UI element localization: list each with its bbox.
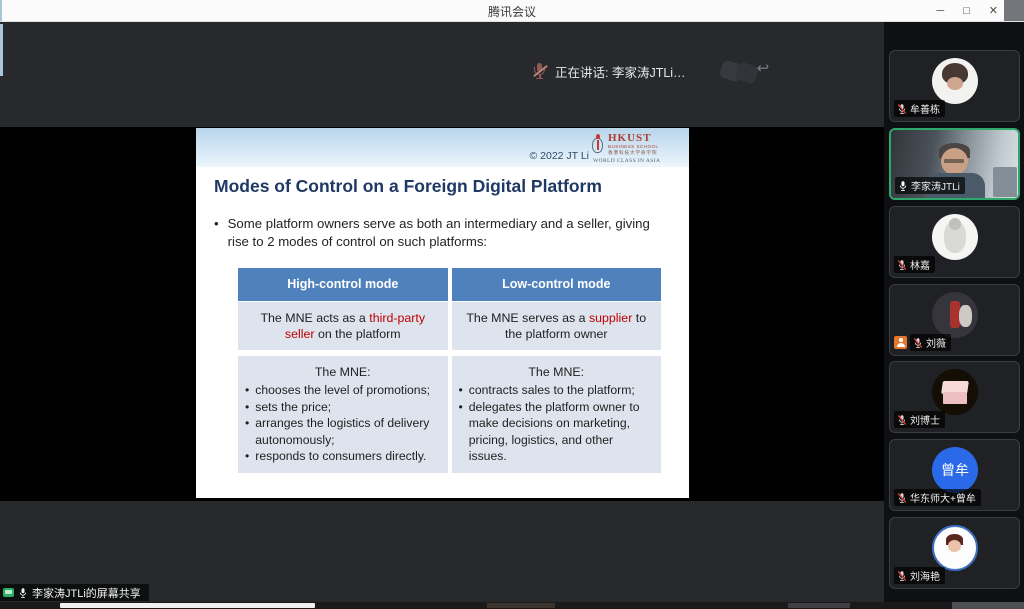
slide-bullet: • Some platform owners serve as both an … — [214, 215, 662, 250]
cell-heading: The MNE: — [245, 364, 441, 380]
name-chip: 李家涛JTLi — [895, 177, 965, 194]
table-header-low-control: Low-control mode — [452, 268, 662, 301]
maximize-button[interactable]: □ — [963, 0, 970, 22]
list-item: •responds to consumers directly. — [245, 448, 441, 465]
mic-icon — [18, 587, 28, 599]
list-item: •chooses the level of promotions; — [245, 382, 441, 399]
title-bar: 腾讯会议 ─ □ ✕ — [0, 0, 1024, 22]
taskbar — [0, 602, 1024, 609]
speaking-mic-icon — [533, 63, 546, 80]
bullet-marker: • — [214, 215, 219, 250]
shared-screen-stage: 正在讲话: 李家涛JTLi… ↩ © 2022 JT Li HKUST BUSI… — [0, 22, 884, 602]
taskbar-app[interactable] — [788, 603, 850, 608]
taskbar-search[interactable] — [60, 603, 315, 608]
hkust-logo: HKUST BUSINESS SCHOOL 香港科技大学商学院 WORLD CL… — [591, 132, 683, 165]
participant-tile-active-speaker[interactable]: 李家涛JTLi — [889, 128, 1020, 200]
window-edge-artifact — [0, 24, 3, 76]
name-chip: 林嘉 — [894, 256, 935, 273]
muted-mic-icon — [897, 259, 907, 271]
table-row: The MNE: •chooses the level of promotion… — [238, 356, 661, 473]
reaction-icons: ↩ — [721, 59, 781, 83]
participant-name: 华东师大+曾牟 — [910, 490, 976, 505]
name-chip: 刘博士 — [894, 411, 945, 428]
hkust-logo-name: HKUST — [608, 132, 652, 144]
list-item: •delegates the platform owner to make de… — [459, 399, 655, 465]
table-cell-high-definition: The MNE acts as a third-party seller on … — [238, 302, 448, 350]
presentation-slide: © 2022 JT Li HKUST BUSINESS SCHOOL 香港科技大… — [196, 128, 689, 498]
name-chip: 华东师大+曾牟 — [894, 489, 981, 506]
name-chip: 刘海艳 — [894, 567, 945, 584]
speaking-label: 正在讲话: 李家涛JTLi… — [555, 62, 686, 81]
table-header-row: High-control mode Low-control mode — [238, 268, 661, 301]
hkust-emblem-icon — [591, 134, 605, 154]
list-item: •sets the price; — [245, 399, 441, 416]
slide-title: Modes of Control on a Foreign Digital Pl… — [214, 176, 674, 197]
window-controls: ─ □ ✕ — [936, 0, 998, 22]
avatar-text: 曾牟 — [932, 447, 978, 493]
window-title: 腾讯会议 — [0, 3, 1024, 20]
participant-tile[interactable]: 刘海艳 — [889, 517, 1020, 589]
table-cell-low-details: The MNE: •contracts sales to the platfor… — [452, 356, 662, 473]
muted-mic-icon — [897, 492, 907, 504]
participant-name: 林嘉 — [910, 257, 930, 272]
cell-rich-text: The MNE acts as a third-party seller on … — [246, 310, 440, 342]
participants-sidebar: 牟善栋 李家涛JTLi 林嘉 — [884, 22, 1024, 602]
app-window: 腾讯会议 ─ □ ✕ 正在讲话: 李家涛JTLi… ↩ © 2022 JT — [0, 0, 1024, 609]
avatar-initials: 曾牟 — [941, 460, 969, 480]
active-mic-icon — [898, 180, 908, 192]
minimize-button[interactable]: ─ — [936, 0, 944, 22]
table-cell-high-details: The MNE: •chooses the level of promotion… — [238, 356, 448, 473]
screen-share-icon — [3, 588, 14, 597]
hkust-logo-sub1: BUSINESS SCHOOL — [608, 144, 659, 149]
slide-bullet-text: Some platform owners serve as both an in… — [228, 215, 662, 250]
hkust-logo-sub2: 香港科技大学商学院 — [608, 150, 658, 156]
list-item: •contracts sales to the platform; — [459, 382, 655, 399]
highlight-text: supplier — [589, 311, 632, 325]
orange-person-badge-icon — [894, 336, 907, 349]
participant-tile[interactable]: 林嘉 — [889, 206, 1020, 278]
avatar — [932, 214, 978, 260]
avatar — [932, 58, 978, 104]
slide-copyright: © 2022 JT Li — [530, 150, 590, 162]
muted-mic-icon — [897, 570, 907, 582]
reaction-blob-icon — [734, 61, 759, 84]
cell-bullet-list: •chooses the level of promotions; •sets … — [245, 382, 441, 465]
participant-tile[interactable]: 牟善栋 — [889, 50, 1020, 122]
table-header-high-control: High-control mode — [238, 268, 448, 301]
participant-name: 刘薇 — [926, 335, 946, 350]
participant-name: 刘海艳 — [910, 568, 940, 583]
avatar — [932, 369, 978, 415]
avatar — [932, 525, 978, 571]
participant-name: 刘博士 — [910, 412, 940, 427]
participant-tile[interactable]: 刘薇 — [889, 284, 1020, 356]
participant-name: 李家涛JTLi — [911, 178, 960, 193]
cell-rich-text: The MNE serves as a supplier to the plat… — [460, 310, 654, 342]
background-window-artifact — [1004, 0, 1024, 21]
table-row: The MNE acts as a third-party seller on … — [238, 302, 661, 350]
participant-tile[interactable]: 刘博士 — [889, 361, 1020, 433]
cell-heading: The MNE: — [459, 364, 655, 380]
taskbar-app[interactable] — [487, 603, 555, 608]
taskbar-tray[interactable] — [952, 602, 1024, 609]
table-cell-low-definition: The MNE serves as a supplier to the plat… — [452, 302, 662, 350]
muted-mic-icon — [913, 337, 923, 349]
reply-arrow-icon: ↩ — [757, 59, 770, 77]
muted-mic-icon — [897, 414, 907, 426]
participant-name: 牟善栋 — [910, 101, 940, 116]
list-item: •arranges the logistics of delivery auto… — [245, 415, 441, 448]
share-chip-label: 李家涛JTLi的屏幕共享 — [32, 585, 141, 601]
name-chip: 刘薇 — [910, 334, 951, 351]
name-chip: 牟善栋 — [894, 100, 945, 117]
screen-share-chip[interactable]: 李家涛JTLi的屏幕共享 — [0, 584, 149, 601]
control-modes-table: High-control mode Low-control mode The M… — [238, 268, 661, 473]
participant-tile[interactable]: 曾牟 华东师大+曾牟 — [889, 439, 1020, 511]
muted-mic-icon — [897, 103, 907, 115]
avatar — [932, 292, 978, 338]
speaking-banner: 正在讲话: 李家涛JTLi… ↩ — [533, 58, 781, 84]
hkust-logo-sub3: WORLD CLASS IN ASIA — [593, 158, 660, 164]
cell-bullet-list: •contracts sales to the platform; •deleg… — [459, 382, 655, 465]
close-button[interactable]: ✕ — [989, 0, 998, 22]
